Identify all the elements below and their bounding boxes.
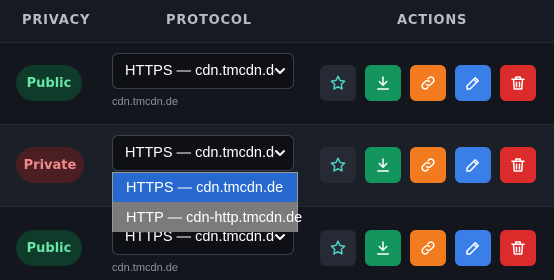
privacy-badge[interactable]: Public <box>16 230 82 266</box>
protocol-host: cdn.tmcdn.de <box>112 96 179 108</box>
delete-button[interactable] <box>500 147 536 183</box>
chevron-down-icon <box>275 234 285 240</box>
protocol-select-value: HTTPS — cdn.tmcdn.de <box>125 63 275 79</box>
favorite-button[interactable] <box>320 65 356 101</box>
favorite-button[interactable] <box>320 147 356 183</box>
table-header: PRIVACY PROTOCOL ACTIONS <box>0 0 554 42</box>
protocol-option-https[interactable]: HTTPS — cdn.tmcdn.de <box>113 173 297 202</box>
privacy-badge[interactable]: Public <box>16 65 82 101</box>
copy-link-button[interactable] <box>410 65 446 101</box>
star-icon <box>330 157 346 172</box>
edit-button[interactable] <box>455 147 491 183</box>
download-icon <box>377 76 389 90</box>
star-icon <box>330 240 346 255</box>
chevron-down-icon <box>275 150 285 156</box>
protocol-select[interactable]: HTTPS — cdn.tmcdn.de <box>112 135 294 171</box>
link-icon <box>421 158 435 172</box>
table-row: Public HTTPS — cdn.tmcdn.de cdn.tmcdn.de <box>0 42 554 124</box>
edit-icon <box>466 242 479 255</box>
delete-button[interactable] <box>500 230 536 266</box>
edit-icon <box>466 159 479 172</box>
favorite-button[interactable] <box>320 230 356 266</box>
link-icon <box>421 241 435 255</box>
trash-icon <box>511 158 525 172</box>
trash-icon <box>511 241 525 255</box>
link-icon <box>421 76 435 90</box>
download-button[interactable] <box>365 147 401 183</box>
download-icon <box>377 158 389 172</box>
download-button[interactable] <box>365 230 401 266</box>
protocol-select[interactable]: HTTPS — cdn.tmcdn.de <box>112 53 294 89</box>
download-button[interactable] <box>365 65 401 101</box>
column-header-privacy: PRIVACY <box>22 13 91 28</box>
protocol-option-http[interactable]: HTTP — cdn-http.tmcdn.de <box>113 203 302 232</box>
copy-link-button[interactable] <box>410 230 446 266</box>
star-icon <box>330 75 346 90</box>
trash-icon <box>511 76 525 90</box>
edit-button[interactable] <box>455 65 491 101</box>
copy-link-button[interactable] <box>410 147 446 183</box>
edit-icon <box>466 77 479 90</box>
column-header-actions: ACTIONS <box>397 13 468 28</box>
privacy-badge[interactable]: Private <box>16 147 84 183</box>
protocol-select-value: HTTPS — cdn.tmcdn.de <box>125 145 275 161</box>
download-icon <box>377 241 389 255</box>
delete-button[interactable] <box>500 65 536 101</box>
chevron-down-icon <box>275 68 285 74</box>
protocol-dropdown-menu: HTTPS — cdn.tmcdn.de HTTP — cdn-http.tmc… <box>112 172 302 232</box>
protocol-host: cdn.tmcdn.de <box>112 262 179 274</box>
edit-button[interactable] <box>455 230 491 266</box>
column-header-protocol: PROTOCOL <box>166 13 252 28</box>
